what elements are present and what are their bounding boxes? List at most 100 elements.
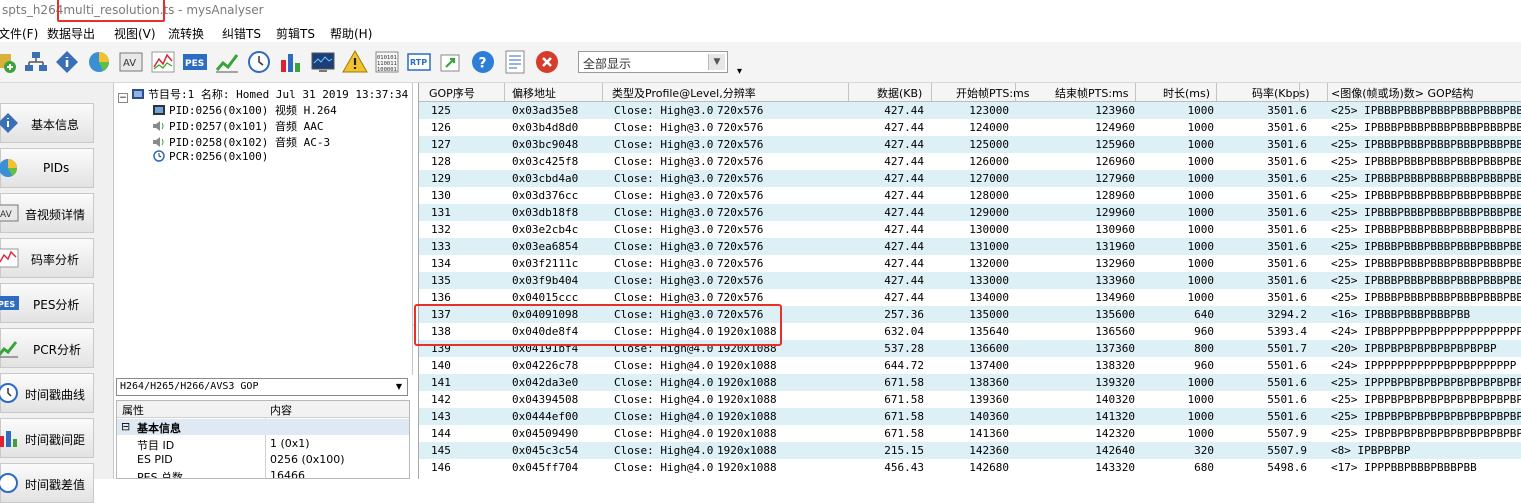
warning-icon[interactable] — [342, 49, 368, 75]
table-cell: <25> IPBBBPBBBPBBBPBBBPBBBPBBB — [1331, 291, 1521, 304]
column-header[interactable]: GOP序号 — [429, 85, 475, 101]
tree-pid-audio-aac[interactable]: PID:0257(0x101) 音频 AAC — [152, 118, 323, 134]
av-icon[interactable]: AV — [118, 49, 144, 75]
table-row[interactable]: 129 0x03cbd4a0 Close: High@3.0 720x576 427.4… — [419, 170, 1521, 187]
help-icon[interactable]: ? — [470, 49, 496, 75]
table-row[interactable]: 125 0x03ad35e8 Close: High@3.0 720x576 427.4… — [419, 102, 1521, 119]
tree-pcr[interactable]: PCR:0256(0x100) — [152, 150, 268, 163]
column-header[interactable]: <图像(帧或场)数> GOP结构 — [1331, 85, 1473, 101]
table-cell: 5501.6 — [1267, 376, 1307, 389]
nav-pids[interactable]: PIDs — [0, 148, 94, 188]
column-separator[interactable] — [1135, 83, 1136, 101]
table-row[interactable]: 142 0x04394508 Close: High@4.0 1920x1088 671… — [419, 391, 1521, 408]
column-separator[interactable] — [1216, 83, 1217, 101]
close-icon[interactable] — [534, 49, 560, 75]
report-icon[interactable] — [502, 49, 528, 75]
nav-basic-info[interactable]: 基本信息 — [0, 103, 94, 143]
chevron-down-icon[interactable]: ▼ — [392, 380, 406, 394]
clock-icon[interactable] — [246, 49, 272, 75]
monitor-icon[interactable] — [310, 49, 336, 75]
menu-view[interactable]: 视图(V) — [114, 25, 156, 42]
property-key: PES 总数 — [137, 471, 184, 479]
collapse-icon[interactable]: − — [118, 93, 128, 103]
table-row[interactable]: 127 0x03bc9048 Close: High@3.0 720x576 427.4… — [419, 136, 1521, 153]
nav-timestamp-interval[interactable]: 时间戳间距 — [0, 418, 94, 458]
nav-pcr[interactable]: PCR分析 — [0, 328, 94, 368]
column-separator[interactable] — [848, 83, 849, 101]
column-header[interactable]: 结束帧PTS:ms — [1055, 85, 1129, 101]
table-row[interactable]: 133 0x03ea6854 Close: High@3.0 720x576 427.4… — [419, 238, 1521, 255]
table-row[interactable]: 146 0x045ff704 Close: High@4.0 1920x1088 456… — [419, 459, 1521, 476]
column-header[interactable]: 时长(ms) — [1163, 85, 1210, 101]
table-cell: 632.04 — [884, 325, 924, 338]
collapse-icon[interactable]: ⊟ — [121, 420, 130, 433]
tree-program-node[interactable]: − 节目号:1 名称: Homed Jul 31 2019 13:37:34 — [118, 86, 408, 103]
column-header[interactable]: 码率(Kbps) — [1252, 85, 1310, 101]
menu-fix-ts[interactable]: 纠错TS — [222, 25, 261, 42]
column-header[interactable]: 数据(KB) — [877, 85, 922, 101]
info-icon[interactable] — [54, 49, 80, 75]
column-header[interactable]: 开始帧PTS:ms — [956, 85, 1030, 101]
table-row[interactable]: 131 0x03db18f8 Close: High@3.0 720x576 427.4… — [419, 204, 1521, 221]
nav-timestamp-diff[interactable]: 时间戳差值 — [0, 463, 94, 503]
network-icon[interactable] — [23, 49, 49, 75]
table-row[interactable]: 143 0x0444ef00 Close: High@4.0 1920x1088 671… — [419, 408, 1521, 425]
pes-icon[interactable]: PES — [182, 49, 208, 75]
table-row[interactable]: 130 0x03d376cc Close: High@3.0 720x576 427.4… — [419, 187, 1521, 204]
tree-pid-video[interactable]: PID:0256(0x100) 视频 H.264 — [152, 102, 337, 118]
table-cell: 1000 — [1187, 291, 1215, 304]
table-row[interactable]: 134 0x03f2111c Close: High@3.0 720x576 427.4… — [419, 255, 1521, 272]
column-separator[interactable] — [1299, 83, 1300, 101]
table-row[interactable]: 141 0x042da3e0 Close: High@4.0 1920x1088 671… — [419, 374, 1521, 391]
chevron-down-icon[interactable]: ▼ — [708, 54, 725, 70]
menu-cut-ts[interactable]: 剪辑TS — [276, 25, 315, 42]
pie-chart-icon[interactable] — [86, 49, 112, 75]
table-row[interactable]: 135 0x03f9b404 Close: High@3.0 720x576 427.4… — [419, 272, 1521, 289]
tree-pid-audio-ac3[interactable]: PID:0258(0x102) 音频 AC-3 — [152, 134, 330, 150]
gop-type-select[interactable]: H264/H265/H266/AVS3 GOP ▼ — [116, 378, 408, 396]
table-cell: 123960 — [1095, 104, 1135, 117]
display-filter-select[interactable]: 全部显示 ▼ — [578, 51, 728, 73]
export-icon[interactable] — [438, 49, 464, 75]
table-cell: 1000 — [1187, 189, 1215, 202]
table-cell: 3501.6 — [1267, 138, 1307, 151]
nav-bitrate[interactable]: 码率分析 — [0, 238, 94, 278]
column-header[interactable]: 偏移地址 — [512, 85, 556, 101]
nav-av-details[interactable]: AV 音视频详情 — [0, 193, 94, 233]
nav-timestamp-curve[interactable]: 时间戳曲线 — [0, 373, 94, 413]
table-row[interactable]: 145 0x045c3c54 Close: High@4.0 1920x1088 215… — [419, 442, 1521, 459]
rtp-icon[interactable]: RTP — [406, 49, 432, 75]
toolbar-overflow-icon[interactable]: ▾ — [737, 66, 742, 77]
column-separator[interactable] — [1015, 83, 1016, 101]
menu-stream-convert[interactable]: 流转换 — [168, 25, 204, 42]
table-cell: Close: High@3.0 — [614, 104, 714, 117]
nav-pes[interactable]: PES PES分析 — [0, 283, 94, 323]
table-row[interactable]: 128 0x03c425f8 Close: High@3.0 720x576 427.4… — [419, 153, 1521, 170]
table-cell: Close: High@3.0 — [614, 274, 714, 287]
table-cell: 3501.6 — [1267, 172, 1307, 185]
table-row[interactable]: 144 0x04509490 Close: High@4.0 1920x1088 671… — [419, 425, 1521, 442]
column-separator[interactable] — [1327, 83, 1328, 101]
properties-group[interactable]: ⊟ 基本信息 — [117, 419, 409, 435]
pie-chart-icon — [0, 157, 19, 179]
table-row[interactable]: 126 0x03b4d8d0 Close: High@3.0 720x576 427.4… — [419, 119, 1521, 136]
menu-export[interactable]: 数据导出 — [47, 25, 95, 42]
bar-chart-icon[interactable] — [278, 49, 304, 75]
table-row[interactable]: 140 0x04226c78 Close: High@4.0 1920x1088 644… — [419, 357, 1521, 374]
table-cell: 320 — [1194, 444, 1214, 457]
binary-icon[interactable]: 010101 110011 100001 — [374, 49, 400, 75]
table-row[interactable]: 132 0x03e2cb4c Close: High@3.0 720x576 427.4… — [419, 221, 1521, 238]
table-cell: 131000 — [969, 240, 1009, 253]
column-separator[interactable] — [602, 83, 603, 101]
bitrate-icon[interactable] — [150, 49, 176, 75]
add-icon[interactable] — [0, 49, 18, 75]
trend-icon[interactable] — [214, 49, 240, 75]
column-separator[interactable] — [931, 83, 932, 101]
menu-file[interactable]: 文件(F) — [0, 25, 38, 42]
column-header[interactable]: 类型及Profile@Level,分辨率 — [612, 85, 756, 101]
menu-help[interactable]: 帮助(H) — [330, 25, 372, 42]
table-cell: 139320 — [1095, 376, 1135, 389]
column-separator[interactable] — [504, 83, 505, 101]
table-cell: 427.44 — [884, 257, 924, 270]
table-cell: 140360 — [969, 410, 1009, 423]
